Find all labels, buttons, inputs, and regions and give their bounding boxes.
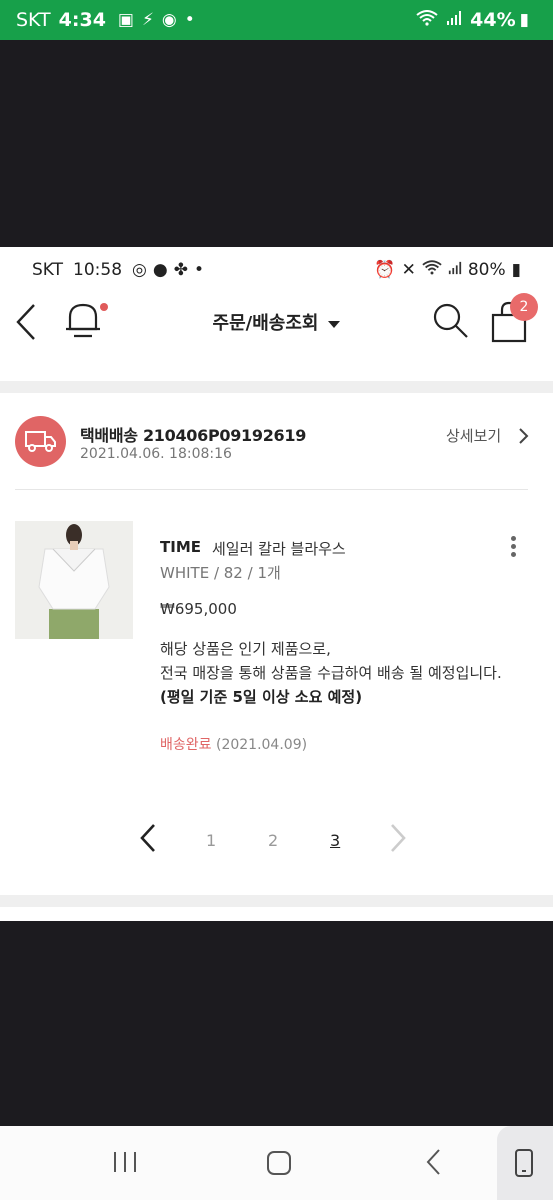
recents-button[interactable] xyxy=(112,1150,138,1174)
dot-icon: • xyxy=(184,10,195,30)
dot-icon: • xyxy=(193,260,204,280)
chevron-right-icon[interactable] xyxy=(518,427,530,445)
battery-icon: ▮ xyxy=(511,260,521,280)
caret-down-icon xyxy=(328,320,341,328)
truck-icon xyxy=(25,431,56,452)
carrier-label: SKT xyxy=(16,9,51,31)
product-image[interactable] xyxy=(15,521,133,639)
page-1-button[interactable]: 1 xyxy=(206,831,216,850)
page-3-button[interactable]: 3 xyxy=(330,831,340,850)
order-number: 택배배송 210406P09192619 xyxy=(80,426,307,445)
divider xyxy=(15,489,528,490)
section-divider xyxy=(0,381,553,393)
alarm-icon: ⏰ xyxy=(374,260,396,280)
search-icon xyxy=(433,303,468,338)
phone-icon xyxy=(515,1149,533,1177)
pagination-next-button[interactable] xyxy=(388,823,408,853)
outer-status-bar: SKT 4:34 ▣ ⚡ ◉ • 44% ▮ xyxy=(0,0,553,40)
product-options: WHITE / 82 / 1개 xyxy=(160,564,281,582)
page-title: 주문/배송조회 xyxy=(212,313,319,334)
dark-letterbox-bottom xyxy=(0,921,553,1126)
notice-line-1: 해당 상품은 인기 제품으로, xyxy=(160,640,331,658)
delivery-status-label: 배송완료 xyxy=(160,737,212,753)
mute-icon: ✕ xyxy=(401,260,416,280)
dark-letterbox-top xyxy=(0,40,553,247)
page-2-button[interactable]: 2 xyxy=(268,831,278,850)
notice-line-2: 전국 매장을 통해 상품을 수급하여 배송 될 예정입니다. xyxy=(160,664,502,682)
order-header: 택배배송 210406P09192619 2021.04.06. 18:08:1… xyxy=(0,394,553,490)
inner-status-bar: SKT 10:58 ◎ ● ✤ • ⏰ ✕ 80% ▮ xyxy=(0,247,553,293)
cart-count-badge: 2 xyxy=(510,293,538,321)
product-price: ₩695,000 xyxy=(160,600,237,618)
battery-icon: ▮ xyxy=(519,10,529,30)
delivery-status-date: (2021.04.09) xyxy=(215,737,308,753)
system-nav-bar xyxy=(0,1126,553,1200)
app-screen: SKT 10:58 ◎ ● ✤ • ⏰ ✕ 80% ▮ 주문/배송조회 2 택배… xyxy=(0,247,553,921)
signal-icon xyxy=(448,260,462,280)
pagination-prev-button[interactable] xyxy=(138,823,158,853)
inner-battery-percent: 80% xyxy=(467,260,506,280)
home-button[interactable] xyxy=(266,1150,292,1176)
signal-icon xyxy=(446,10,462,31)
screen-rotate-button[interactable] xyxy=(497,1126,553,1200)
product-brand: TIME xyxy=(160,538,201,556)
page-title-dropdown[interactable]: 주문/배송조회 xyxy=(0,309,553,335)
delivery-badge xyxy=(15,416,66,467)
inner-clock: 10:58 xyxy=(73,260,123,280)
notice-line-3: (평일 기준 5일 이상 소요 예정) xyxy=(160,688,363,706)
product-name[interactable]: 세일러 칼라 블라우스 xyxy=(212,538,346,559)
delivery-status: 배송완료 (2021.04.09) xyxy=(160,734,307,754)
order-datetime: 2021.04.06. 18:08:16 xyxy=(80,446,232,462)
section-divider-bottom xyxy=(0,895,553,907)
wifi-icon xyxy=(422,260,442,280)
search-button[interactable] xyxy=(430,301,470,341)
pinwheel-icon: ✤ xyxy=(173,260,188,280)
system-back-button[interactable] xyxy=(424,1148,444,1176)
gallery-icon: ▣ xyxy=(117,10,134,30)
view-detail-link[interactable]: 상세보기 xyxy=(446,425,501,446)
battery-percent: 44% xyxy=(470,9,516,31)
flash-icon: ⚡ xyxy=(141,10,154,30)
more-vertical-icon xyxy=(510,536,516,541)
wifi-icon xyxy=(416,9,438,31)
talk-icon: ● xyxy=(152,260,168,280)
clock: 4:34 xyxy=(58,9,106,31)
location-icon: ◎ xyxy=(132,260,147,280)
app-notification-icon: ◉ xyxy=(161,10,177,30)
pagination: 1 2 3 xyxy=(0,819,553,859)
inner-carrier-label: SKT xyxy=(32,260,64,280)
more-options-button[interactable] xyxy=(500,533,526,567)
app-header: 주문/배송조회 2 xyxy=(0,293,553,351)
